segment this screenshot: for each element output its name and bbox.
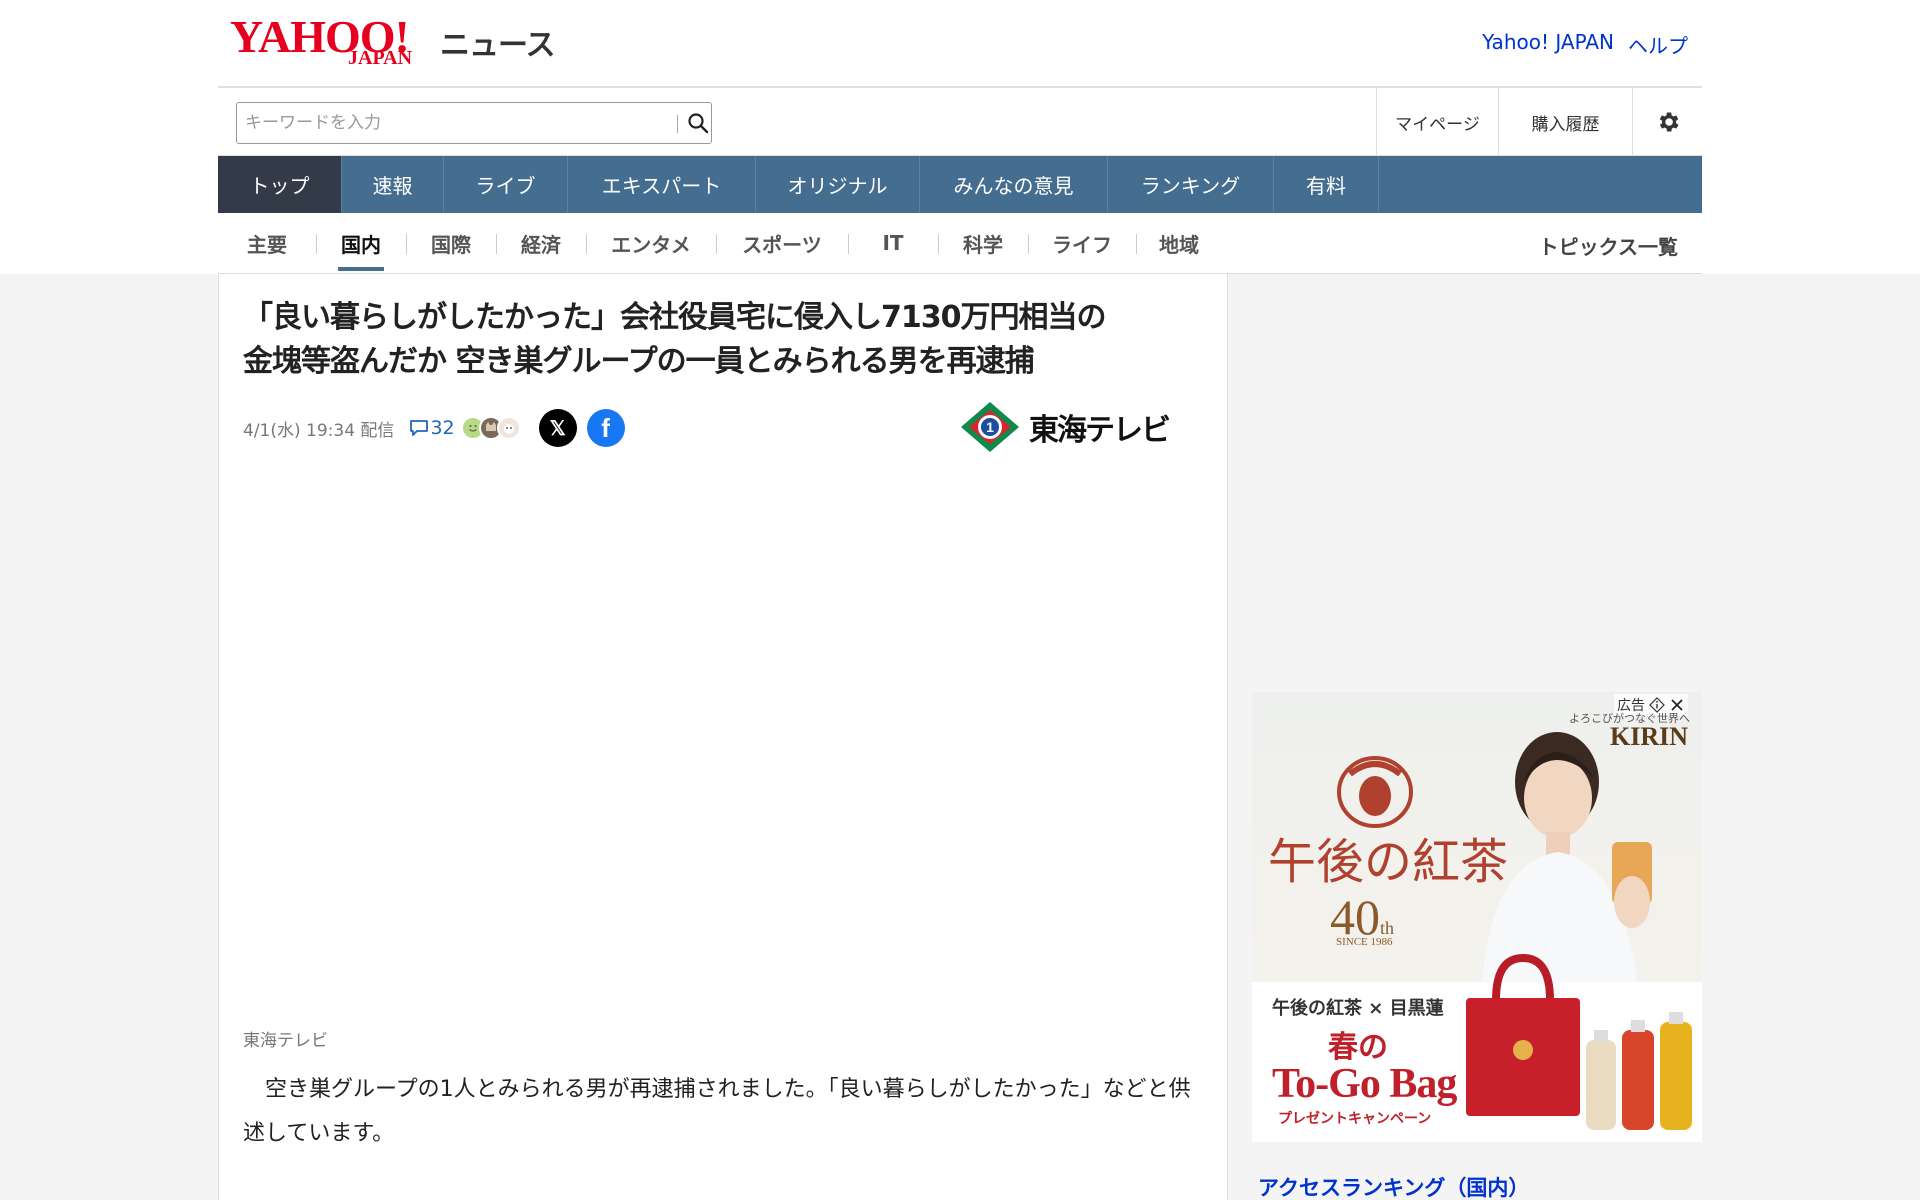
article-meta: 4/1(水) 19:34 配信 32 𝕏 f: [243, 408, 625, 448]
ad-anniversary-suffix: th: [1380, 918, 1395, 938]
site-header: YAHOO! JAPAN ニュース Yahoo! JAPAN ヘルプ: [218, 0, 1702, 88]
category-list: 主要 国内 国際 経済 エンタメ スポーツ IT 科学 ライフ 地域: [218, 213, 1222, 273]
share-facebook-button[interactable]: f: [586, 409, 625, 447]
nav-live[interactable]: ライブ: [444, 156, 568, 213]
article-body: 空き巣グループの1人とみられる男が再逮捕されました。「良い暮らしがしたかった」な…: [243, 1077, 1191, 1146]
search-icon: [688, 113, 709, 134]
category-it[interactable]: IT: [848, 213, 938, 273]
article-media: [243, 464, 1203, 984]
main-nav: トップ 速報 ライブ エキスパート オリジナル みんなの意見 ランキング 有料: [218, 156, 1702, 213]
kirin-emblem-icon: [1337, 756, 1413, 828]
nav-breaking[interactable]: 速報: [342, 156, 444, 213]
purchase-history-link[interactable]: 購入履歴: [1498, 88, 1632, 156]
sidebar-ad[interactable]: 広告 よろこびがつなぐ世界へ KIRIN 午後の紅茶 40th SINCE 19…: [1252, 692, 1702, 1142]
logo-service-name: ニュース: [440, 28, 555, 63]
search-divider: [677, 115, 678, 133]
headline-line-1: 「良い暮らしがしたかった」会社役員宅に侵入し7130万円相当の: [243, 300, 1106, 335]
x-logo-icon: 𝕏: [549, 417, 566, 440]
article: 「良い暮らしがしたかった」会社役員宅に侵入し7130万円相当の 金塊等盗んだか …: [218, 274, 1228, 1200]
nav-expert[interactable]: エキスパート: [568, 156, 756, 213]
category-life[interactable]: ライフ: [1028, 213, 1136, 273]
tokai-tv-logo-icon: 1: [961, 402, 1019, 452]
source-logo[interactable]: 1 東海テレビ: [959, 400, 1171, 454]
site-logo[interactable]: YAHOO! JAPAN ニュース: [230, 14, 555, 70]
headline-line-2: 金塊等盗んだか 空き巣グループの一員とみられる男を再逮捕: [243, 344, 1035, 379]
search-button[interactable]: [683, 107, 713, 139]
category-nav: 主要 国内 国際 経済 エンタメ スポーツ IT 科学 ライフ 地域 トピックス…: [218, 213, 1702, 274]
nav-ranking[interactable]: ランキング: [1108, 156, 1274, 213]
commenter-avatars[interactable]: [460, 416, 521, 440]
article-headline: 「良い暮らしがしたかった」会社役員宅に侵入し7130万円相当の 金塊等盗んだか …: [243, 296, 1203, 384]
search-box: [236, 102, 712, 144]
ad-product-title: 午後の紅茶: [1268, 834, 1509, 890]
dog-avatar-icon: [496, 416, 521, 440]
category-economy[interactable]: 経済: [496, 213, 586, 273]
nav-original[interactable]: オリジナル: [756, 156, 920, 213]
help-link[interactable]: ヘルプ: [1628, 30, 1688, 59]
ad-campaign: プレゼントキャンペーン: [1278, 1111, 1432, 1127]
header-links: Yahoo! JAPAN ヘルプ: [1482, 30, 1688, 59]
svg-text:1: 1: [986, 419, 994, 435]
nav-opinions[interactable]: みんなの意見: [920, 156, 1108, 213]
source-logo-text: 東海テレビ: [1029, 413, 1171, 448]
comment-icon: [410, 420, 429, 436]
access-ranking-title[interactable]: アクセスランキング（国内）: [1258, 1172, 1529, 1200]
settings-button[interactable]: [1632, 88, 1702, 156]
category-main[interactable]: 主要: [218, 213, 316, 273]
yahoo-japan-link[interactable]: Yahoo! JAPAN: [1482, 30, 1614, 59]
category-science[interactable]: 科学: [938, 213, 1028, 273]
tea-bottles-icon: [1586, 1012, 1692, 1130]
category-international[interactable]: 国際: [406, 213, 496, 273]
category-domestic[interactable]: 国内: [316, 213, 406, 273]
logo-japan-text: JAPAN: [348, 47, 413, 69]
source-name[interactable]: 東海テレビ: [243, 1026, 328, 1051]
share-x-button[interactable]: 𝕏: [538, 409, 577, 447]
ad-headline-2: To-Go Bag: [1272, 1061, 1457, 1107]
comments-link[interactable]: 32: [408, 417, 455, 439]
publish-date: 4/1(水) 19:34 配信: [243, 420, 395, 441]
nav-top[interactable]: トップ: [218, 156, 342, 213]
ad-brand: KIRIN: [1609, 722, 1688, 751]
mypage-link[interactable]: マイページ: [1376, 88, 1498, 156]
facebook-logo-icon: f: [601, 412, 610, 443]
category-local[interactable]: 地域: [1136, 213, 1222, 273]
ad-collab: 午後の紅茶 × 目黒蓮: [1272, 998, 1444, 1019]
category-entertainment[interactable]: エンタメ: [586, 213, 716, 273]
yahoo-logo: YAHOO! JAPAN: [230, 14, 434, 70]
search-row: マイページ 購入履歴: [218, 88, 1702, 156]
comment-count: 32: [430, 417, 455, 439]
ad-since: SINCE 1986: [1336, 936, 1393, 948]
utility-nav: マイページ 購入履歴: [1376, 88, 1702, 156]
search-input[interactable]: [237, 103, 657, 143]
category-sports[interactable]: スポーツ: [716, 213, 848, 273]
gear-icon: [1659, 112, 1679, 132]
topics-list-link[interactable]: トピックス一覧: [1539, 231, 1678, 260]
tote-bag-icon: [1466, 953, 1580, 1116]
nav-paid[interactable]: 有料: [1274, 156, 1379, 213]
